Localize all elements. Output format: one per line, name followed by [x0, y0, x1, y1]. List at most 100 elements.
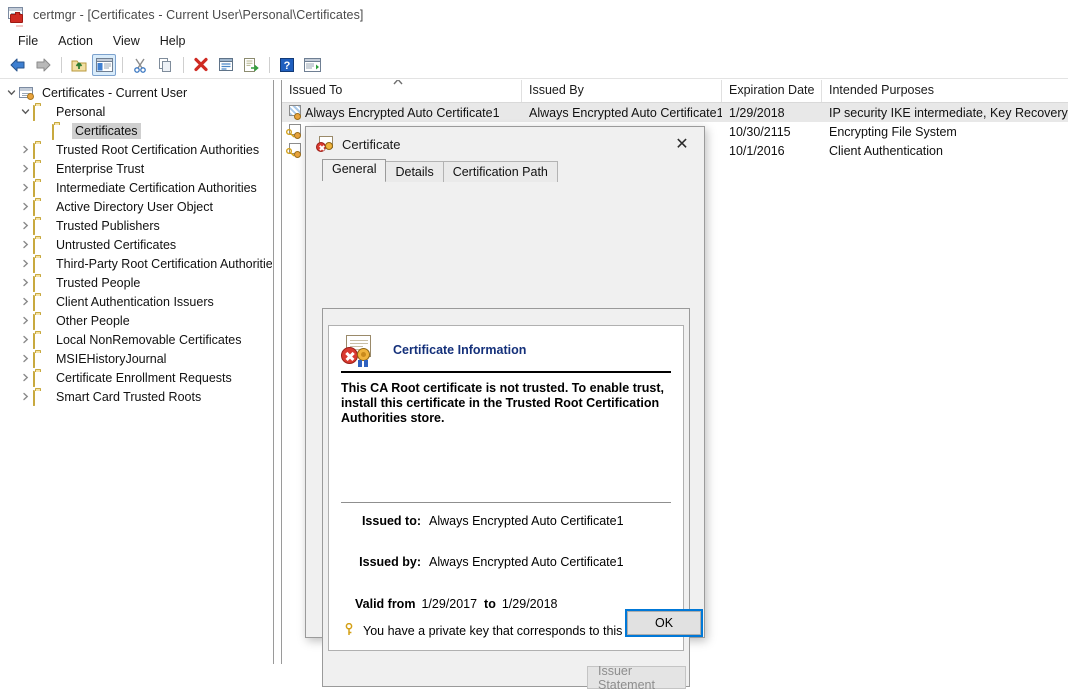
- cell-purposes: IP security IKE intermediate, Key Recove…: [829, 105, 1068, 120]
- svg-text:?: ?: [284, 60, 291, 72]
- menu-bar: File Action View Help: [0, 30, 1068, 52]
- toolbar-separator: [122, 57, 123, 73]
- chevron-right-icon[interactable]: [18, 256, 33, 271]
- chevron-right-icon[interactable]: [18, 351, 33, 366]
- tree-item-third-party-root-certification-authorities[interactable]: Third-Party Root Certification Authoriti…: [0, 254, 272, 273]
- new-window-icon[interactable]: [300, 54, 324, 76]
- tree-item-certificate-enrollment-requests[interactable]: Certificate Enrollment Requests: [0, 368, 272, 387]
- folder-icon: [33, 218, 49, 235]
- issued-to-label: Issued to:: [361, 514, 421, 528]
- chevron-right-icon[interactable]: [18, 275, 33, 290]
- close-icon[interactable]: ✕: [660, 127, 704, 161]
- tree-item-local-nonremovable-certificates[interactable]: Local NonRemovable Certificates: [0, 330, 272, 349]
- cell-expiration: 1/29/2018: [729, 105, 785, 120]
- cut-icon[interactable]: [128, 54, 152, 76]
- tree-item-label: Other People: [56, 313, 130, 328]
- help-icon[interactable]: ?: [275, 54, 299, 76]
- issued-to-row: Issued to: Always Encrypted Auto Certifi…: [329, 514, 683, 528]
- issued-by-row: Issued by: Always Encrypted Auto Certifi…: [329, 555, 683, 569]
- tree-item-label: Intermediate Certification Authorities: [56, 180, 257, 195]
- pane-splitter[interactable]: [273, 80, 282, 664]
- valid-to-value: 1/29/2018: [501, 597, 558, 611]
- chevron-right-icon[interactable]: [18, 370, 33, 385]
- folder-icon: [33, 294, 49, 311]
- tree-item-trusted-people[interactable]: Trusted People: [0, 273, 272, 292]
- cell-issued-to: Always Encrypted Auto Certificate1: [282, 105, 522, 120]
- menu-item-help[interactable]: Help: [150, 32, 196, 50]
- tree-item-trusted-publishers[interactable]: Trusted Publishers: [0, 216, 272, 235]
- tree-item-label: Untrusted Certificates: [56, 237, 177, 252]
- folder-icon: [33, 313, 49, 330]
- show-hide-console-tree-icon[interactable]: [92, 54, 116, 76]
- chevron-right-icon[interactable]: [18, 389, 33, 404]
- folder-icon: [33, 332, 49, 349]
- folder-icon: [33, 180, 49, 197]
- menu-item-file[interactable]: File: [8, 32, 48, 50]
- chevron-right-icon[interactable]: [18, 237, 33, 252]
- certificate-information-heading: Certificate Information: [393, 343, 527, 357]
- tree-item-personal[interactable]: Personal: [0, 102, 272, 121]
- tab-details[interactable]: Details: [385, 161, 444, 182]
- chevron-down-icon[interactable]: [18, 104, 33, 119]
- column-header-label: Intended Purposes: [829, 83, 934, 97]
- tree-item-untrusted-certificates[interactable]: Untrusted Certificates: [0, 235, 272, 254]
- chevron-right-icon[interactable]: [18, 142, 33, 157]
- tree-item-label: Trusted Root Certification Authorities: [56, 142, 260, 157]
- folder-icon: [33, 351, 49, 368]
- back-icon[interactable]: [6, 54, 30, 76]
- tree-item-certificates-current-user[interactable]: Certificates - Current User: [0, 83, 272, 102]
- console-root-icon: [19, 86, 35, 101]
- column-header-expiration-date[interactable]: Expiration Date: [722, 80, 822, 102]
- valid-to-label: to: [484, 597, 496, 611]
- certmgr-window: certmgr - [Certificates - Current User\P…: [0, 0, 1068, 692]
- folder-icon: [33, 256, 49, 273]
- list-header: Issued To Issued By Expiration Date Inte…: [282, 80, 1068, 103]
- chevron-right-icon[interactable]: [18, 294, 33, 309]
- tab-general[interactable]: General: [322, 159, 387, 181]
- window-title: certmgr - [Certificates - Current User\P…: [33, 8, 364, 22]
- properties-icon[interactable]: [214, 54, 238, 76]
- table-row[interactable]: Always Encrypted Auto Certificate1 Alway…: [282, 103, 1068, 122]
- chevron-right-icon[interactable]: [18, 332, 33, 347]
- chevron-right-icon[interactable]: [18, 161, 33, 176]
- menu-item-view[interactable]: View: [103, 32, 150, 50]
- menu-item-action[interactable]: Action: [48, 32, 103, 50]
- certificate-key-icon: [286, 143, 302, 158]
- chevron-right-icon[interactable]: [18, 218, 33, 233]
- column-header-issued-by[interactable]: Issued By: [522, 80, 722, 102]
- toolbar-separator: [183, 57, 184, 73]
- title-bar: certmgr - [Certificates - Current User\P…: [0, 0, 1068, 30]
- chevron-down-icon[interactable]: [4, 85, 19, 100]
- up-one-level-icon[interactable]: [67, 54, 91, 76]
- tree-item-label: Certificates - Current User: [42, 85, 188, 100]
- copy-icon[interactable]: [153, 54, 177, 76]
- chevron-right-icon[interactable]: [18, 313, 33, 328]
- tree-item-certificates[interactable]: Certificates: [0, 121, 272, 140]
- cell-text: Always Encrypted Auto Certificate1: [305, 105, 500, 120]
- issuer-statement-button[interactable]: Issuer Statement: [587, 664, 686, 692]
- export-icon[interactable]: [239, 54, 263, 76]
- certificate-untrusted-icon: [316, 136, 334, 152]
- certificate-untrusted-large-icon: [341, 335, 375, 367]
- tree-item-other-people[interactable]: Other People: [0, 311, 272, 330]
- chevron-right-icon[interactable]: [18, 199, 33, 214]
- column-header-issued-to[interactable]: Issued To: [282, 80, 522, 102]
- column-header-label: Issued To: [289, 83, 343, 97]
- chevron-right-icon[interactable]: [18, 180, 33, 195]
- tree-item-intermediate-certification-authorities[interactable]: Intermediate Certification Authorities: [0, 178, 272, 197]
- tree-item-smart-card-trusted-roots[interactable]: Smart Card Trusted Roots: [0, 387, 272, 406]
- trust-warning-text: This CA Root certificate is not trusted.…: [341, 381, 664, 425]
- folder-icon: [33, 104, 49, 121]
- ok-button[interactable]: OK: [625, 609, 703, 637]
- folder-icon: [33, 275, 49, 292]
- tree-item-trusted-root-certification-authorities[interactable]: Trusted Root Certification Authorities: [0, 140, 272, 159]
- tree-item-enterprise-trust[interactable]: Enterprise Trust: [0, 159, 272, 178]
- tree-item-msiehistoryjournal[interactable]: MSIEHistoryJournal: [0, 349, 272, 368]
- delete-icon[interactable]: [189, 54, 213, 76]
- tab-certification-path[interactable]: Certification Path: [442, 161, 558, 182]
- column-header-intended-purposes[interactable]: Intended Purposes: [822, 80, 1068, 102]
- tree-item-active-directory-user-object[interactable]: Active Directory User Object: [0, 197, 272, 216]
- tree-item-client-authentication-issuers[interactable]: Client Authentication Issuers: [0, 292, 272, 311]
- forward-icon[interactable]: [31, 54, 55, 76]
- dialog-tabs: General Details Certification Path: [306, 159, 704, 182]
